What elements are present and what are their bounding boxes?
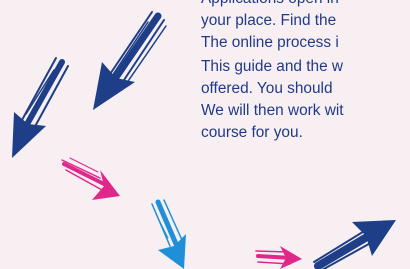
dark-blue-arrow-icon <box>313 220 396 269</box>
text-line: Applications open in <box>201 0 410 10</box>
body-text: Applications open in your place. Find th… <box>201 0 410 144</box>
text-line: your place. Find the <box>201 12 337 29</box>
document-page: Applications open in your place. Find th… <box>0 0 410 269</box>
dark-blue-arrow-icon <box>93 11 167 110</box>
pink-arrow-icon <box>255 246 302 269</box>
text-line: This guide and the w <box>201 58 344 75</box>
paragraph: This guide and the w offered. You should… <box>201 56 410 144</box>
paragraph: Applications open in your place. Find th… <box>201 0 410 54</box>
text-line: offered. You should <box>201 80 333 97</box>
light-blue-arrow-icon <box>151 199 186 269</box>
text-line: We will then work wit <box>201 102 344 119</box>
dark-blue-arrow-icon <box>12 57 69 158</box>
pink-arrow-icon <box>61 157 120 200</box>
text-line: course for you. <box>201 124 303 141</box>
text-line: The online process i <box>201 34 339 51</box>
